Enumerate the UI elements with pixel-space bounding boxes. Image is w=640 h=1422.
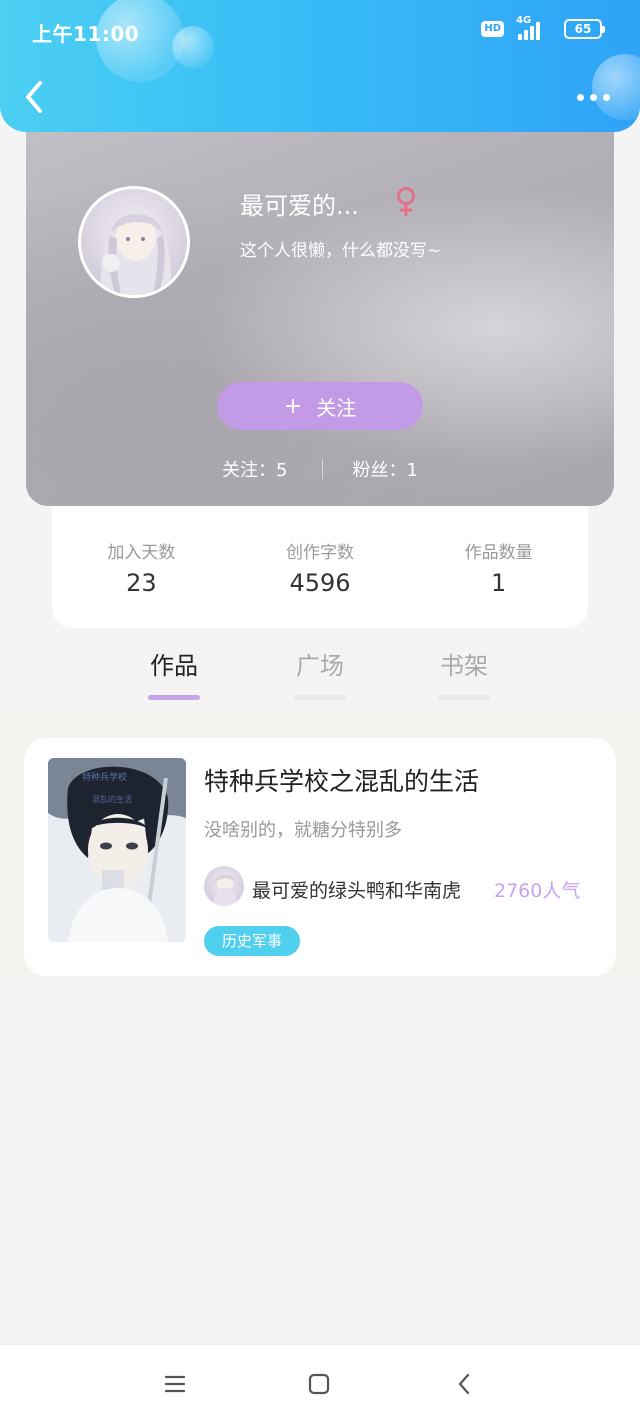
battery-icon: 65 — [564, 19, 605, 39]
stats-card: 加入天数 23 创作字数 4596 作品数量 1 — [52, 506, 588, 628]
status-time: 上午11:00 — [32, 22, 140, 46]
plus-icon: + — [283, 393, 303, 419]
stat-join-days: 加入天数 23 — [52, 506, 231, 628]
battery-level: 65 — [574, 22, 592, 36]
status-icons: HD 4G 65 — [481, 15, 605, 40]
tab-bar: 作品 广场 书架 — [0, 640, 640, 712]
svg-text:特种兵学校: 特种兵学校 — [82, 771, 127, 783]
signal-icon: 4G — [514, 15, 554, 40]
top-header: 上午11:00 HD 4G 65 — [0, 0, 640, 132]
profile-card: 最可爱的... 这个人很懒，什么都没写~ + 关注 关注：5 粉丝：1 — [26, 110, 614, 506]
work-title[interactable]: 特种兵学校之混乱的生活 — [204, 762, 479, 798]
tab-square[interactable]: 广场 — [270, 646, 370, 700]
female-icon — [397, 187, 415, 216]
tab-bookshelf[interactable]: 书架 — [414, 646, 514, 700]
work-card[interactable]: 特种兵学校 混乱的生活 特种兵学校之混乱的生活 没啥别的，就糖分特别多 最可爱的… — [24, 738, 616, 976]
tab-underline — [438, 695, 490, 700]
category-tag[interactable]: 历史军事 — [204, 926, 301, 956]
fans-count[interactable]: 粉丝：1 — [353, 456, 418, 482]
decor-bubble — [172, 26, 214, 68]
divider — [321, 459, 323, 479]
signature: 这个人很懒，什么都没写~ — [240, 241, 442, 261]
tab-works[interactable]: 作品 — [124, 646, 224, 700]
cover-illustration: 特种兵学校 混乱的生活 — [48, 758, 186, 942]
stat-value: 23 — [126, 569, 157, 597]
avatar[interactable] — [78, 186, 190, 298]
back-button[interactable] — [20, 78, 50, 116]
svg-text:混乱的生活: 混乱的生活 — [92, 794, 132, 804]
menu-icon[interactable] — [162, 1371, 188, 1397]
stat-word-count: 创作字数 4596 — [231, 506, 410, 628]
follow-label: 关注 — [316, 395, 357, 420]
author-avatar — [204, 866, 244, 906]
popularity-count: 2760人气 — [494, 880, 581, 902]
more-button[interactable] — [574, 84, 612, 110]
tab-underline — [148, 695, 200, 700]
following-count[interactable]: 关注：5 — [222, 456, 287, 482]
follow-counts: 关注：5 粉丝：1 — [26, 456, 614, 482]
stat-label: 加入天数 — [107, 543, 176, 563]
author-name: 最可爱的绿头鸭和华南虎 — [252, 880, 462, 902]
stat-label: 创作字数 — [286, 543, 354, 563]
stat-value: 1 — [491, 569, 507, 597]
book-cover[interactable]: 特种兵学校 混乱的生活 — [48, 758, 186, 942]
tab-label: 书架 — [440, 652, 488, 680]
back-triangle-icon[interactable] — [452, 1371, 478, 1397]
tab-label: 作品 — [150, 652, 198, 680]
avatar-illustration — [100, 207, 172, 295]
stat-label: 作品数量 — [464, 543, 533, 563]
home-square-icon[interactable] — [306, 1371, 332, 1397]
nickname: 最可爱的... — [240, 192, 359, 220]
hd-badge: HD — [481, 21, 504, 37]
stat-work-count: 作品数量 1 — [409, 506, 588, 628]
more-dots-icon — [576, 93, 584, 101]
tab-label: 广场 — [296, 652, 344, 680]
stat-value: 4596 — [289, 569, 351, 597]
follow-button[interactable]: + 关注 — [217, 382, 423, 430]
work-description: 没啥别的，就糖分特别多 — [204, 820, 402, 841]
system-nav-bar — [0, 1344, 640, 1422]
chevron-left-icon — [26, 81, 42, 113]
tab-underline — [294, 695, 346, 700]
